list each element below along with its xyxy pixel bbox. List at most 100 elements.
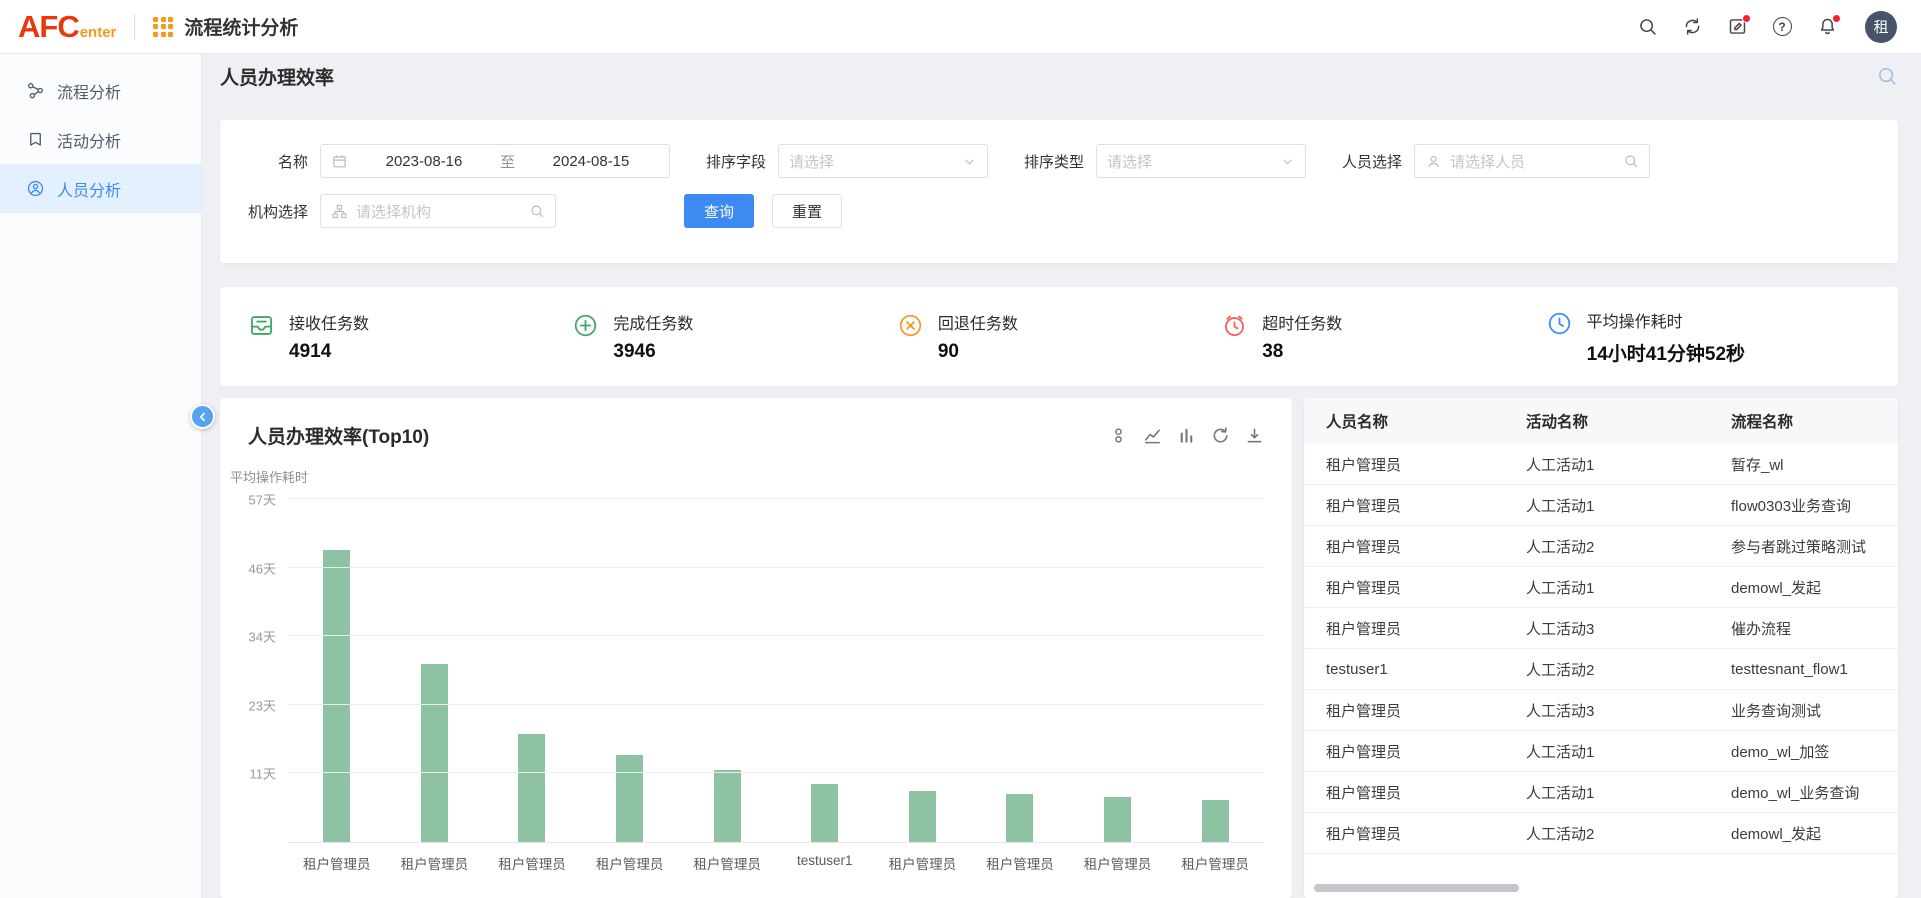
table-cell: 催办流程 — [1731, 618, 1898, 639]
table-cell: 租户管理员 — [1326, 782, 1526, 803]
table-cell: 租户管理员 — [1326, 577, 1526, 598]
sidebar-item-activity-analysis[interactable]: 活动分析 — [0, 115, 201, 164]
bar[interactable] — [323, 550, 350, 842]
table-row[interactable]: testuser1人工活动2testtesnant_flow1 — [1304, 649, 1898, 690]
sidebar-item-person-analysis[interactable]: 人员分析 — [0, 164, 201, 213]
horizontal-scrollbar[interactable] — [1314, 884, 1888, 892]
afc-logo[interactable]: AFC enter — [18, 9, 116, 45]
table-cell: 人工活动3 — [1526, 700, 1731, 721]
sync-icon[interactable] — [1681, 16, 1703, 38]
sort-type-select[interactable]: 请选择 — [1096, 144, 1306, 178]
bar-slot — [483, 734, 581, 842]
page-title-bar: 人员办理效率 — [220, 54, 1898, 98]
chart-title: 人员办理效率(Top10) — [248, 422, 429, 449]
person-select-input[interactable]: 请选择人员 — [1414, 144, 1650, 178]
y-tick-label: 46天 — [249, 558, 276, 577]
bar-slot — [874, 791, 972, 842]
bar[interactable] — [714, 770, 741, 842]
x-category-label: 租户管理员 — [971, 853, 1069, 873]
date-end-value[interactable]: 2024-08-15 — [523, 153, 659, 170]
table-row[interactable]: 租户管理员人工活动1demo_wl_业务查询 — [1304, 772, 1898, 813]
date-separator: 至 — [500, 151, 515, 172]
stat-item-received: 接收任务数 4914 — [248, 310, 572, 363]
x-category-label: 租户管理员 — [874, 853, 972, 873]
table-row[interactable]: 租户管理员人工活动3催办流程 — [1304, 608, 1898, 649]
y-tick-label: 23天 — [249, 695, 276, 714]
scrollbar-thumb[interactable] — [1314, 884, 1519, 892]
edit-note-icon[interactable] — [1726, 16, 1748, 38]
table-row[interactable]: 租户管理员人工活动1暂存_wl — [1304, 444, 1898, 485]
reset-button[interactable]: 重置 — [772, 194, 842, 228]
org-select-input[interactable]: 请选择机构 — [320, 194, 556, 228]
x-category-label: 租户管理员 — [678, 853, 776, 873]
gridline: 23天 — [288, 704, 1264, 705]
activity-analysis-icon — [26, 130, 45, 149]
search-icon[interactable] — [1636, 16, 1658, 38]
bar[interactable] — [811, 784, 838, 842]
table-cell: 租户管理员 — [1326, 700, 1526, 721]
restore-icon[interactable] — [1210, 426, 1230, 446]
table-cell: 人工活动1 — [1526, 454, 1731, 475]
clock-icon — [1546, 310, 1573, 337]
bar[interactable] — [616, 755, 643, 842]
chevron-down-icon — [962, 154, 977, 169]
query-button[interactable]: 查询 — [684, 194, 754, 228]
table-row[interactable]: 租户管理员人工活动2参与者跳过策略测试 — [1304, 526, 1898, 567]
table-cell: 人工活动1 — [1526, 741, 1731, 762]
bar-chart-icon[interactable] — [1176, 426, 1196, 446]
table-cell: 租户管理员 — [1326, 536, 1526, 557]
table-cell: testtesnant_flow1 — [1731, 661, 1898, 678]
y-tick-label: 11天 — [250, 764, 277, 783]
stat-label: 回退任务数 — [938, 310, 1018, 334]
page-search-icon[interactable] — [1876, 65, 1898, 87]
apps-grid-icon[interactable] — [153, 17, 173, 37]
table-row[interactable]: 租户管理员人工活动1demowl_发起 — [1304, 567, 1898, 608]
bar[interactable] — [909, 791, 936, 842]
date-range-picker[interactable]: 2023-08-16 至 2024-08-15 — [320, 144, 670, 178]
person-select-label: 人员选择 — [1342, 151, 1402, 172]
table-cell: 人工活动2 — [1526, 659, 1731, 680]
table-column-header: 活动名称 — [1526, 410, 1731, 432]
table-cell: 业务查询测试 — [1731, 700, 1898, 721]
stack-toggle-icon[interactable] — [1108, 426, 1128, 446]
org-placeholder: 请选择机构 — [356, 201, 521, 222]
table-cell: 人工活动2 — [1526, 823, 1731, 844]
table-cell: 租户管理员 — [1326, 495, 1526, 516]
app-title: 流程统计分析 — [184, 13, 298, 40]
table-cell: demo_wl_业务查询 — [1731, 782, 1898, 803]
stat-item-avg-time: 平均操作耗时 14小时41分钟52秒 — [1546, 308, 1870, 366]
table-row[interactable]: 租户管理员人工活动2demowl_发起 — [1304, 813, 1898, 854]
y-tick-label: 57天 — [249, 490, 276, 509]
sort-type-value: 请选择 — [1107, 151, 1272, 172]
efficiency-chart-card: 人员办理效率(Top10) — [220, 398, 1292, 898]
bar[interactable] — [1104, 797, 1131, 842]
table-column-header: 流程名称 — [1731, 410, 1898, 432]
bar[interactable] — [1202, 800, 1229, 842]
table-cell: 租户管理员 — [1326, 618, 1526, 639]
x-category-label: 租户管理员 — [288, 853, 386, 873]
bar[interactable] — [518, 734, 545, 842]
bar[interactable] — [421, 664, 448, 842]
sort-field-select[interactable]: 请选择 — [778, 144, 988, 178]
table-column-header: 人员名称 — [1326, 410, 1526, 432]
chevron-down-icon — [1280, 154, 1295, 169]
avatar[interactable]: 租 — [1865, 11, 1897, 43]
sidebar-item-process-analysis[interactable]: 流程分析 — [0, 66, 201, 115]
table-cell: 租户管理员 — [1326, 823, 1526, 844]
table-row[interactable]: 租户管理员人工活动3业务查询测试 — [1304, 690, 1898, 731]
line-chart-icon[interactable] — [1142, 426, 1162, 446]
help-icon[interactable]: ? — [1771, 16, 1793, 38]
x-category-label: testuser1 — [776, 853, 874, 873]
bell-icon[interactable] — [1816, 16, 1838, 38]
chart-bars — [288, 499, 1264, 842]
stat-value: 14小时41分钟52秒 — [1587, 339, 1745, 366]
table-row[interactable]: 租户管理员人工活动1demo_wl_加签 — [1304, 731, 1898, 772]
table-row[interactable]: 租户管理员人工活动1flow0303业务查询 — [1304, 485, 1898, 526]
bar[interactable] — [1006, 794, 1033, 842]
download-icon[interactable] — [1244, 426, 1264, 446]
table-cell: 人工活动2 — [1526, 536, 1731, 557]
date-start-value[interactable]: 2023-08-16 — [356, 153, 492, 170]
sidebar-collapse-button[interactable] — [190, 404, 215, 429]
plus-circle-icon — [572, 312, 599, 339]
sort-field-label: 排序字段 — [706, 151, 766, 172]
